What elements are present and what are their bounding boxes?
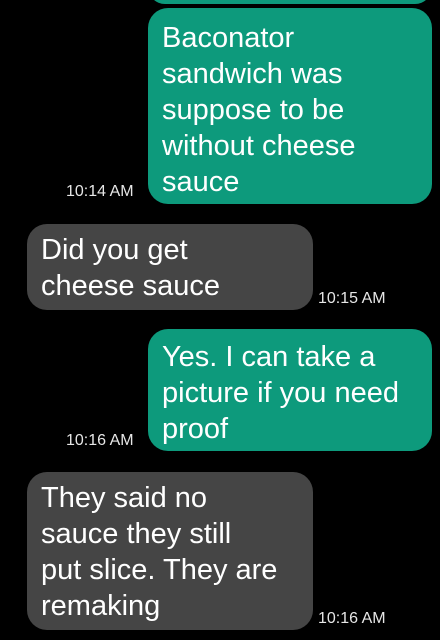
message-timestamp: 10:15 AM bbox=[318, 290, 386, 307]
message-timestamp: 10:16 AM bbox=[66, 432, 134, 449]
message-text: They said no sauce they still put slice.… bbox=[41, 482, 278, 622]
message-text: Baconator sandwich was suppose to be wit… bbox=[162, 22, 356, 198]
message-text: Yes. I can take a picture if you need pr… bbox=[162, 341, 399, 445]
message-bubble-outgoing[interactable]: Baconator sandwich was suppose to be wit… bbox=[148, 8, 432, 204]
message-bubble-incoming[interactable]: Did you get cheese sauce bbox=[27, 224, 313, 310]
message-bubble-incoming[interactable]: They said no sauce they still put slice.… bbox=[27, 472, 313, 630]
message-bubble-outgoing[interactable]: Yes. I can take a picture if you need pr… bbox=[148, 329, 432, 451]
message-bubble-outgoing-cut-off[interactable] bbox=[148, 0, 432, 4]
message-timestamp: 10:16 AM bbox=[318, 610, 386, 627]
message-timestamp: 10:14 AM bbox=[66, 183, 134, 200]
message-text: Did you get cheese sauce bbox=[41, 234, 220, 302]
